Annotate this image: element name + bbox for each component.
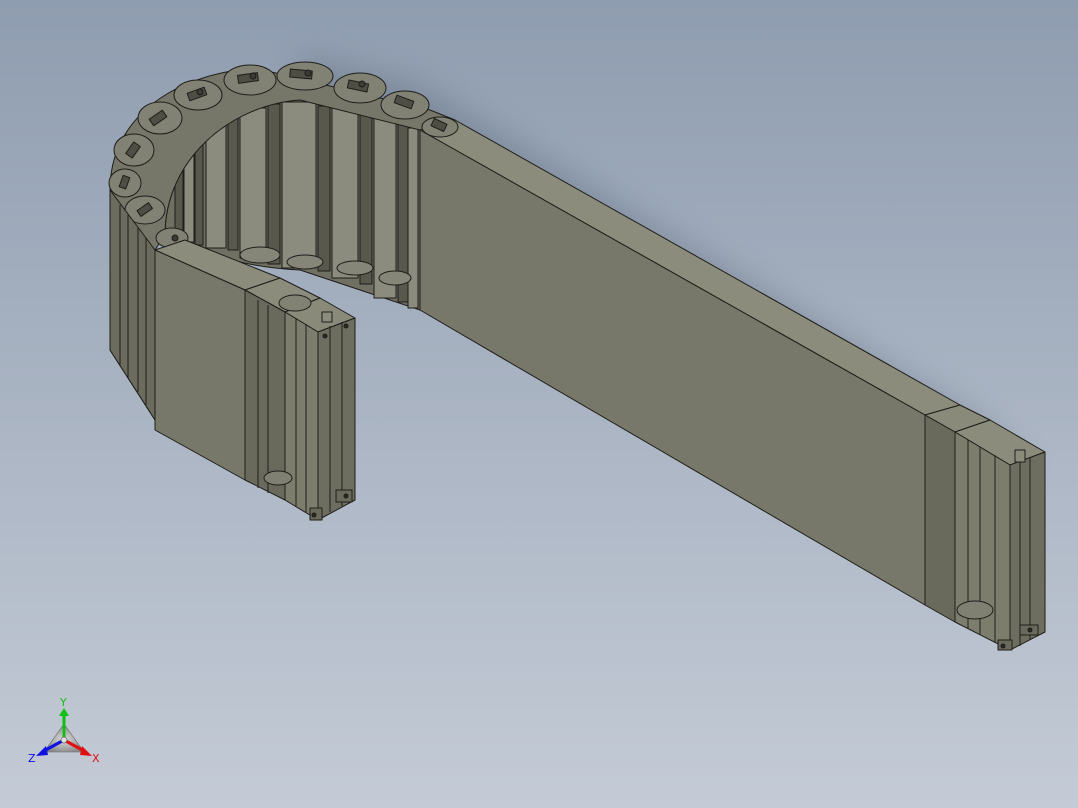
x-axis-arrow	[80, 746, 92, 756]
y-axis-label: Y	[59, 696, 67, 709]
straight-run-upper	[419, 119, 961, 606]
graphics-viewport[interactable]: Y X Z	[0, 0, 1078, 808]
z-axis-label: Z	[28, 752, 36, 765]
y-axis-arrow	[59, 708, 69, 716]
drag-chain-model[interactable]	[0, 0, 1078, 808]
orientation-triad[interactable]: Y X Z	[22, 694, 106, 770]
end-bracket-left	[244, 277, 356, 521]
end-bracket-right	[924, 404, 1046, 651]
x-axis-label: X	[92, 752, 100, 765]
z-axis-arrow	[36, 746, 48, 756]
